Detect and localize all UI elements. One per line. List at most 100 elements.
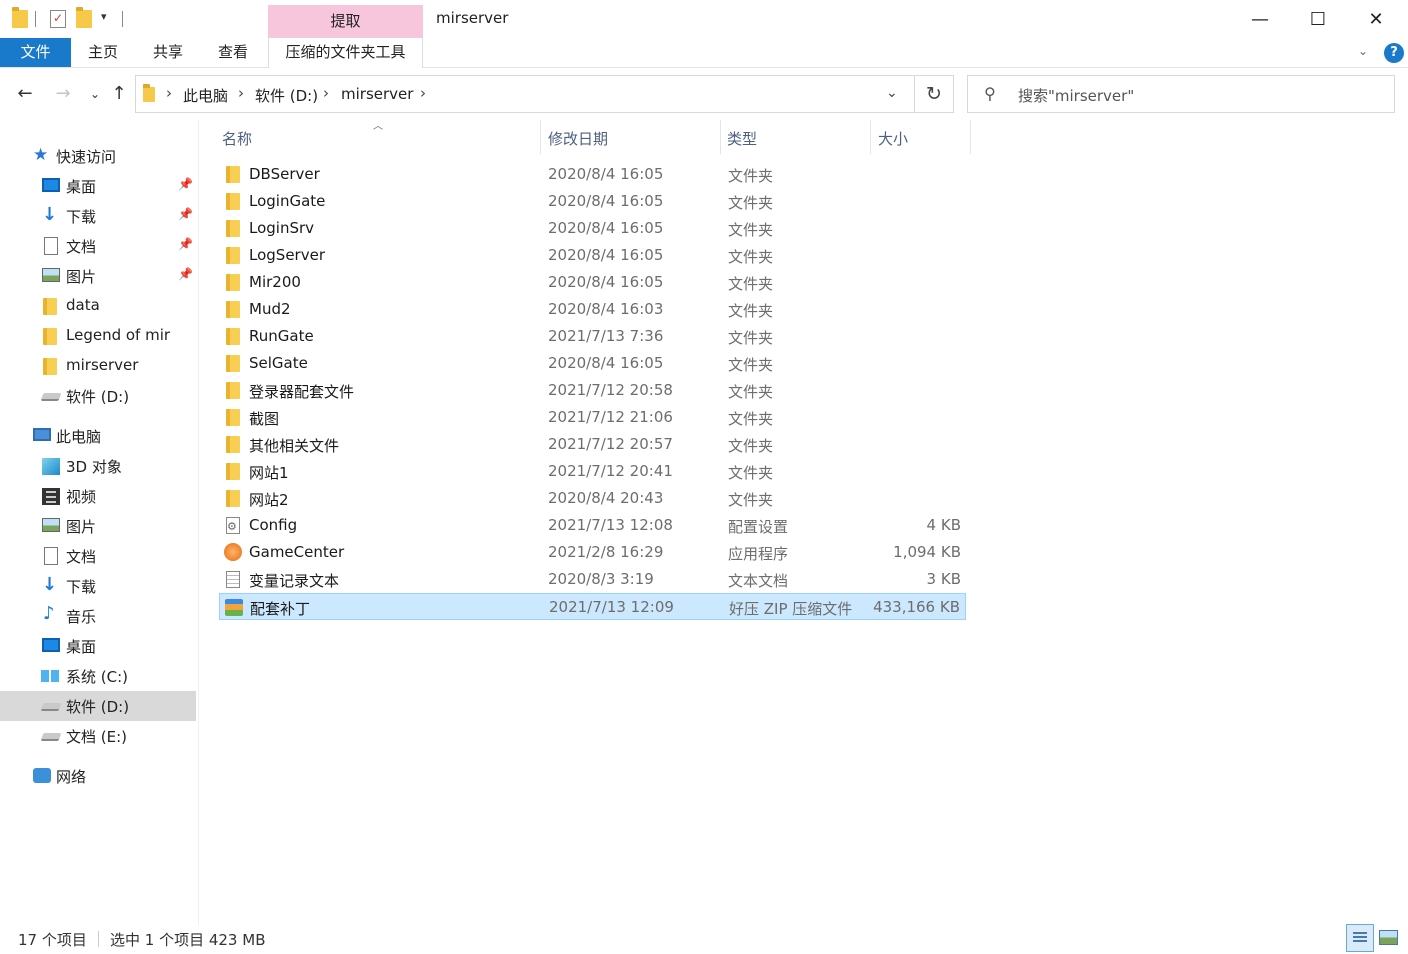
nav-label: data bbox=[66, 296, 100, 314]
maximize-button[interactable]: ☐ bbox=[1289, 0, 1347, 38]
forward-arrow-icon[interactable]: → bbox=[51, 82, 75, 106]
file-size: 3 KB bbox=[926, 570, 961, 588]
context-tab-extract[interactable]: 提取 bbox=[268, 5, 423, 38]
tab-compressed-folder-tools[interactable]: 压缩的文件夹工具 bbox=[268, 38, 423, 68]
chevron-down-icon[interactable]: ⌄ bbox=[1358, 44, 1368, 58]
breadcrumb-mirserver[interactable]: mirserver bbox=[341, 85, 413, 103]
recent-locations-chevron-icon[interactable]: ⌄ bbox=[83, 82, 107, 106]
nav-item-quick-drive-d[interactable]: 软件 (D:) bbox=[0, 381, 196, 411]
nav-item-data[interactable]: data bbox=[0, 291, 196, 321]
file-row[interactable]: SelGate 2020/8/4 16:05 文件夹 bbox=[219, 350, 966, 377]
pane-divider[interactable] bbox=[198, 120, 199, 925]
minimize-button[interactable]: — bbox=[1231, 0, 1289, 38]
new-folder-icon[interactable] bbox=[76, 7, 92, 28]
pin-icon[interactable]: 📌 bbox=[178, 237, 193, 251]
tab-file[interactable]: 文件 bbox=[0, 38, 71, 67]
tab-share[interactable]: 共享 bbox=[143, 38, 193, 67]
column-modified[interactable]: 修改日期 bbox=[548, 128, 608, 149]
file-row[interactable]: GameCenter 2021/2/8 16:29 应用程序 1,094 KB bbox=[219, 539, 966, 566]
tab-home[interactable]: 主页 bbox=[78, 38, 128, 67]
column-type[interactable]: 类型 bbox=[727, 128, 757, 149]
file-row[interactable]: LoginSrv 2020/8/4 16:05 文件夹 bbox=[219, 215, 966, 242]
nav-item-downloads[interactable]: ↓ 下载 📌 bbox=[0, 201, 196, 231]
file-row[interactable]: 变量记录文本 2020/8/3 3:19 文本文档 3 KB bbox=[219, 566, 966, 593]
nav-label: 图片 bbox=[66, 518, 97, 536]
nav-item-videos[interactable]: 视频 bbox=[0, 481, 196, 511]
file-name: LoginSrv bbox=[249, 219, 315, 237]
pin-icon[interactable]: 📌 bbox=[178, 177, 193, 191]
back-arrow-icon[interactable]: ← bbox=[13, 82, 37, 106]
large-icons-view-icon[interactable] bbox=[1378, 927, 1398, 947]
nav-item-drive-c[interactable]: 系统 (C:) bbox=[0, 661, 196, 691]
nav-item-pc-documents[interactable]: 文档 bbox=[0, 541, 196, 571]
nav-item-3d-objects[interactable]: 3D 对象 bbox=[0, 451, 196, 481]
nav-item-pc-pictures[interactable]: 图片 bbox=[0, 511, 196, 541]
up-arrow-icon[interactable]: ↑ bbox=[107, 82, 131, 106]
tab-view[interactable]: 查看 bbox=[208, 38, 258, 67]
refresh-icon[interactable]: ↻ bbox=[915, 75, 954, 113]
search-input[interactable]: ⚲ 搜索"mirserver" bbox=[967, 75, 1395, 113]
pin-icon[interactable]: 📌 bbox=[178, 207, 193, 221]
nav-item-drive-e[interactable]: 文档 (E:) bbox=[0, 721, 196, 751]
nav-item-legend-of-mir[interactable]: Legend of mir bbox=[0, 321, 196, 351]
breadcrumb-separator-icon[interactable]: › bbox=[166, 84, 172, 102]
computer-icon bbox=[33, 428, 51, 441]
file-row[interactable]: Config 2021/7/13 12:08 配置设置 4 KB bbox=[219, 512, 966, 539]
column-name[interactable]: 名称 bbox=[222, 128, 252, 149]
details-view-icon[interactable] bbox=[1346, 924, 1374, 952]
nav-item-desktop[interactable]: 桌面 📌 bbox=[0, 171, 196, 201]
download-arrow-icon: ↓ bbox=[42, 204, 58, 225]
file-row[interactable]: 网站2 2020/8/4 20:43 文件夹 bbox=[219, 485, 966, 512]
column-resize-handle[interactable] bbox=[970, 120, 971, 154]
breadcrumb-separator-icon[interactable]: › bbox=[238, 84, 244, 102]
file-row[interactable]: Mud2 2020/8/4 16:03 文件夹 bbox=[219, 296, 966, 323]
file-row[interactable]: LogServer 2020/8/4 16:05 文件夹 bbox=[219, 242, 966, 269]
address-history-chevron-icon[interactable]: ⌄ bbox=[886, 85, 898, 101]
file-row[interactable]: 其他相关文件 2021/7/12 20:57 文件夹 bbox=[219, 431, 966, 458]
file-row[interactable]: RunGate 2021/7/13 7:36 文件夹 bbox=[219, 323, 966, 350]
file-type: 文本文档 bbox=[728, 572, 789, 590]
customize-quick-access-icon[interactable]: ▾ bbox=[101, 10, 107, 23]
file-modified: 2021/7/12 20:58 bbox=[548, 381, 673, 399]
file-row[interactable]: DBServer 2020/8/4 16:05 文件夹 bbox=[219, 161, 966, 188]
file-name: DBServer bbox=[249, 165, 320, 183]
file-name: 登录器配套文件 bbox=[249, 383, 355, 401]
ribbon-tabs: 文件 主页 共享 查看 压缩的文件夹工具 ⌄ ? bbox=[0, 38, 1408, 68]
nav-this-pc[interactable]: 此电脑 bbox=[0, 421, 196, 451]
file-type: 文件夹 bbox=[728, 275, 774, 293]
file-name: RunGate bbox=[249, 327, 314, 345]
nav-item-music[interactable]: ♪ 音乐 bbox=[0, 601, 196, 631]
nav-label: 图片 bbox=[66, 268, 97, 286]
nav-item-pictures[interactable]: 图片 📌 bbox=[0, 261, 196, 291]
column-size[interactable]: 大小 bbox=[878, 128, 908, 149]
file-modified: 2021/7/13 12:09 bbox=[549, 598, 674, 616]
column-resize-handle[interactable] bbox=[720, 120, 721, 154]
nav-item-mirserver[interactable]: mirserver bbox=[0, 351, 196, 381]
nav-item-pc-desktop[interactable]: 桌面 bbox=[0, 631, 196, 661]
breadcrumb-drive-d[interactable]: 软件 (D:) bbox=[255, 85, 318, 106]
nav-label: 下载 bbox=[66, 578, 97, 596]
column-resize-handle[interactable] bbox=[540, 120, 541, 154]
nav-item-drive-d[interactable]: 软件 (D:) bbox=[0, 691, 196, 721]
nav-network[interactable]: 网络 bbox=[0, 761, 196, 791]
pin-icon[interactable]: 📌 bbox=[178, 267, 193, 281]
address-bar[interactable]: › 此电脑 › 软件 (D:) › mirserver › ⌄ bbox=[135, 75, 915, 113]
help-button[interactable]: ? bbox=[1384, 43, 1404, 63]
navigation-pane[interactable]: ★ 快速访问 桌面 📌 ↓ 下载 📌 文档 📌 图片 📌 data Legend… bbox=[0, 140, 198, 920]
file-row[interactable]: 网站1 2021/7/12 20:41 文件夹 bbox=[219, 458, 966, 485]
nav-item-documents[interactable]: 文档 📌 bbox=[0, 231, 196, 261]
config-file-icon bbox=[226, 517, 240, 534]
breadcrumb-separator-icon[interactable]: › bbox=[420, 84, 426, 102]
file-row[interactable]: Mir200 2020/8/4 16:05 文件夹 bbox=[219, 269, 966, 296]
file-row[interactable]: LoginGate 2020/8/4 16:05 文件夹 bbox=[219, 188, 966, 215]
file-row[interactable]: 截图 2021/7/12 21:06 文件夹 bbox=[219, 404, 966, 431]
file-row[interactable]: 配套补丁 2021/7/13 12:09 好压 ZIP 压缩文件 433,166 KB bbox=[219, 593, 966, 620]
nav-quick-access[interactable]: ★ 快速访问 bbox=[0, 141, 196, 171]
properties-check-icon[interactable]: ✓ bbox=[50, 10, 66, 28]
breadcrumb-separator-icon[interactable]: › bbox=[323, 84, 329, 102]
close-button[interactable]: ✕ bbox=[1347, 0, 1405, 38]
file-row[interactable]: 登录器配套文件 2021/7/12 20:58 文件夹 bbox=[219, 377, 966, 404]
nav-item-pc-downloads[interactable]: ↓ 下载 bbox=[0, 571, 196, 601]
breadcrumb-this-pc[interactable]: 此电脑 bbox=[183, 85, 228, 106]
column-resize-handle[interactable] bbox=[870, 120, 871, 154]
